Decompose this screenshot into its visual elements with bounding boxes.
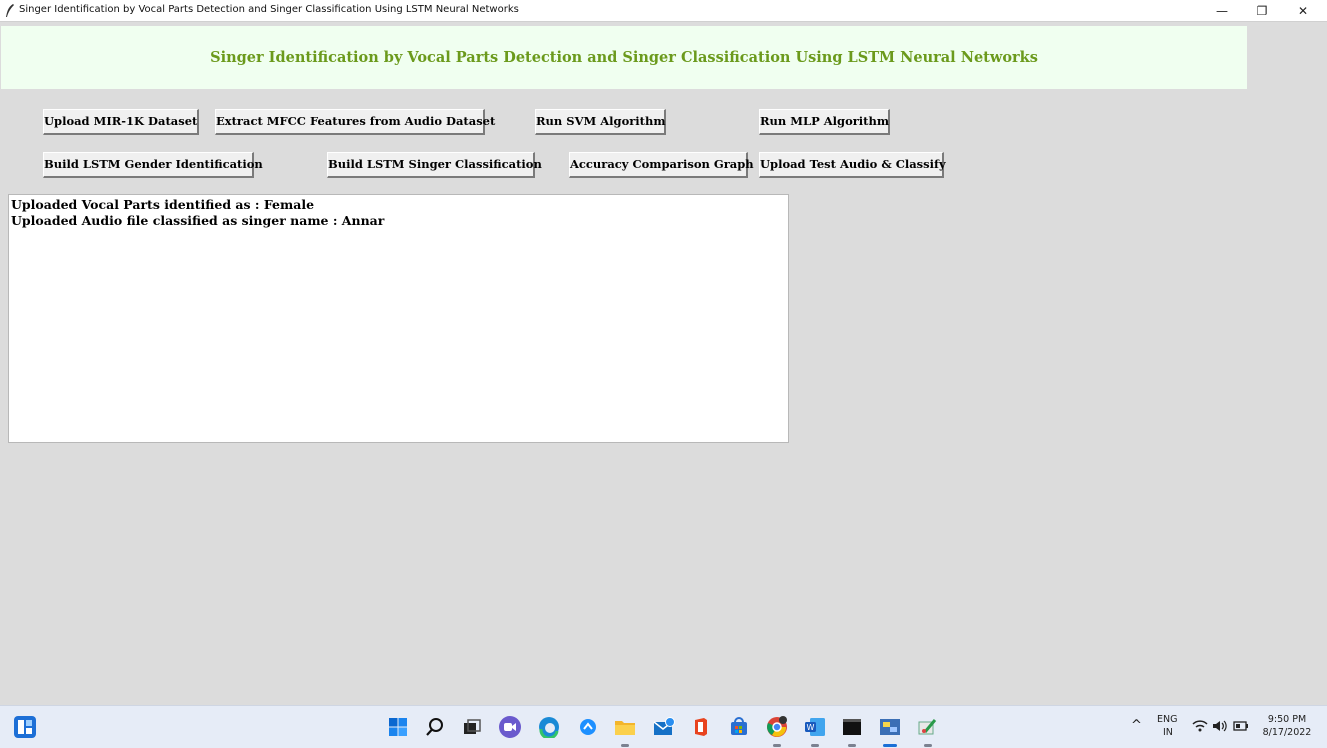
run-svm-button[interactable]: Run SVM Algorithm (535, 109, 666, 135)
title-bar: Singer Identification by Vocal Parts Det… (0, 0, 1327, 22)
file-explorer-icon[interactable] (614, 716, 636, 738)
wifi-icon[interactable] (1191, 717, 1209, 735)
magnifier-icon (426, 718, 443, 736)
tray-chevron-icon[interactable]: ^ (1131, 718, 1142, 733)
minimize-button[interactable]: — (1202, 0, 1242, 22)
upload-test-audio-button[interactable]: Upload Test Audio & Classify (759, 152, 946, 178)
office-icon[interactable] (690, 716, 712, 738)
build-singer-button[interactable]: Build LSTM Singer Classification (327, 152, 542, 178)
paint-brush-icon (918, 719, 937, 735)
word-logo-icon: W (805, 718, 825, 736)
svg-text:W: W (807, 723, 815, 732)
wifi-glyph-icon (1192, 720, 1208, 732)
app-window: Singer Identification by Vocal Parts Det… (0, 0, 1327, 705)
region-indicator: IN (1163, 727, 1173, 738)
language-indicator[interactable]: ENG (1157, 714, 1177, 725)
chat-icon[interactable] (499, 716, 521, 738)
mail-icon[interactable] (653, 716, 675, 738)
store-bag-icon (731, 717, 747, 735)
word-icon[interactable]: W (804, 716, 826, 738)
terminal-icon[interactable] (841, 716, 863, 738)
volume-icon[interactable] (1211, 717, 1229, 735)
windows-logo-icon (389, 718, 407, 736)
build-gender-button[interactable]: Build LSTM Gender Identification (43, 152, 263, 178)
edge-icon[interactable] (538, 716, 560, 738)
running-indicator (848, 744, 856, 747)
python-window-icon (880, 719, 900, 735)
paint-icon[interactable] (917, 716, 939, 738)
task-view-icon[interactable] (461, 716, 483, 738)
running-indicator (811, 744, 819, 747)
speaker-glyph-icon (1213, 720, 1227, 732)
page-title: Singer Identification by Vocal Parts Det… (210, 49, 1038, 66)
camera-glyph-icon (504, 723, 516, 731)
running-indicator (924, 744, 932, 747)
close-button[interactable]: ✕ (1283, 0, 1323, 22)
edge-logo-icon (539, 717, 559, 738)
battery-icon[interactable] (1232, 717, 1250, 735)
chrome-icon[interactable] (766, 716, 788, 738)
terminal-window-icon (843, 719, 861, 735)
window-title: Singer Identification by Vocal Parts Det… (19, 4, 519, 15)
python-app-icon[interactable] (879, 716, 901, 738)
folder-icon (615, 721, 635, 735)
run-mlp-button[interactable]: Run MLP Algorithm (759, 109, 890, 135)
office-logo-icon (695, 718, 707, 736)
clock-time[interactable]: 9:50 PM (1262, 714, 1312, 725)
header-banner: Singer Identification by Vocal Parts Det… (1, 26, 1247, 89)
store-icon[interactable] (728, 716, 750, 738)
search-icon[interactable] (424, 716, 446, 738)
active-indicator (883, 744, 897, 747)
widgets-glyph-icon (18, 720, 32, 734)
app-icon[interactable] (577, 716, 599, 738)
extract-mfcc-button[interactable]: Extract MFCC Features from Audio Dataset (215, 109, 495, 135)
accuracy-graph-button[interactable]: Accuracy Comparison Graph (569, 152, 754, 178)
chrome-logo-icon (767, 716, 787, 737)
start-icon[interactable] (387, 716, 409, 738)
output-textarea[interactable]: Uploaded Vocal Parts identified as : Fem… (8, 194, 789, 443)
output-line: Uploaded Audio file classified as singer… (11, 213, 385, 228)
clock-date[interactable]: 8/17/2022 (1258, 727, 1316, 738)
running-indicator (621, 744, 629, 747)
running-indicator (773, 744, 781, 747)
battery-glyph-icon (1233, 721, 1248, 731)
taskbar: W ^ ENG IN 9:50 PM 8/17/2022 (0, 705, 1327, 748)
widgets-icon[interactable] (14, 716, 36, 738)
maximize-button[interactable]: ❐ (1242, 0, 1282, 22)
output-line: Uploaded Vocal Parts identified as : Fem… (11, 197, 315, 212)
feather-icon (6, 4, 14, 17)
mail-envelope-icon (653, 717, 675, 735)
task-view-glyph-icon (464, 719, 481, 734)
upload-dataset-button[interactable]: Upload MIR-1K Dataset (43, 109, 199, 135)
blue-circle-icon (580, 719, 596, 735)
